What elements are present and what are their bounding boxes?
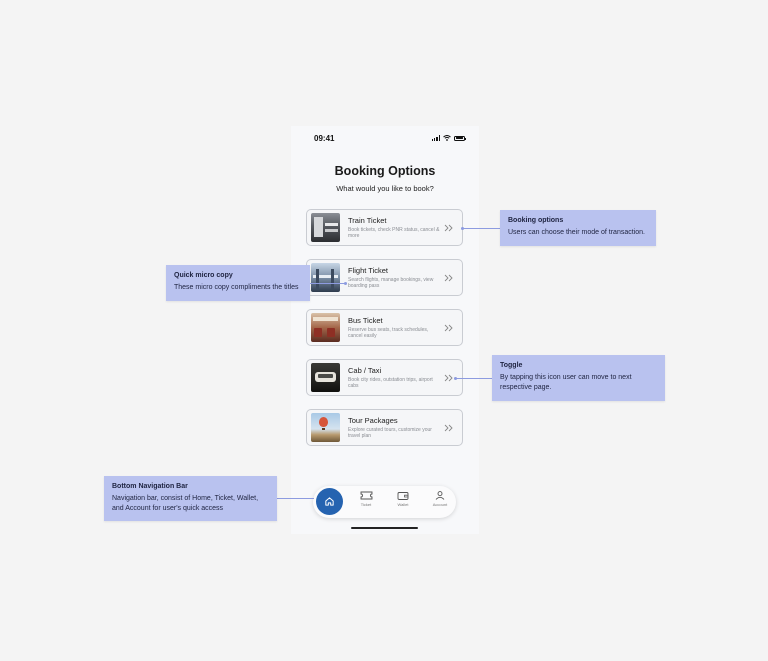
cab-photo-icon <box>311 363 340 392</box>
flight-photo-icon <box>311 263 340 292</box>
nav-item-ticket[interactable]: Ticket <box>354 491 378 507</box>
card-description: Reserve bus seats, track schedules, canc… <box>348 326 429 340</box>
callout-title: Toggle <box>500 362 523 369</box>
card-title: Bus Ticket <box>348 315 383 325</box>
callout-toggle: Toggle By tapping this icon user can mov… <box>492 355 665 401</box>
phone-screen: 09:41 Booking Options What would you lik… <box>291 126 479 534</box>
double-chevron-right-icon[interactable] <box>444 324 454 332</box>
card-title: Cab / Taxi <box>348 365 382 375</box>
nav-label: Wallet <box>397 502 409 507</box>
connector-line <box>310 283 346 284</box>
callout-body: These micro copy compliments the titles <box>174 284 299 291</box>
card-description: Explore curated tours, customize your tr… <box>348 426 432 440</box>
card-description: Book tickets, check PNR status, cancel &… <box>348 226 440 240</box>
home-icon <box>325 497 334 506</box>
bottom-navigation-bar: Ticket Wallet Account <box>313 486 456 518</box>
page-title: Booking Options <box>334 164 436 178</box>
card-description: Book city rides, outstation trips, airpo… <box>348 376 433 390</box>
callout-bottom-navigation-bar: Bottom Navigation Bar Navigation bar, co… <box>104 476 277 521</box>
callout-booking-options: Booking options Users can choose their m… <box>500 210 656 246</box>
connector-line <box>463 228 500 229</box>
card-bus-ticket[interactable]: Bus Ticket Reserve bus seats, track sche… <box>306 309 463 346</box>
wifi-icon <box>443 135 451 141</box>
connector-dot <box>454 377 457 380</box>
double-chevron-right-icon[interactable] <box>444 274 454 282</box>
callout-title: Quick micro copy <box>174 272 233 279</box>
nav-item-wallet[interactable]: Wallet <box>391 491 415 507</box>
battery-icon <box>454 135 466 141</box>
card-cab-taxi[interactable]: Cab / Taxi Book city rides, outstation t… <box>306 359 463 396</box>
callout-body: Users can choose their mode of transacti… <box>508 229 645 236</box>
connector-dot <box>344 282 347 285</box>
tour-photo-icon <box>311 413 340 442</box>
card-title: Train Ticket <box>348 215 387 225</box>
nav-item-home[interactable] <box>316 488 343 515</box>
ticket-icon <box>360 491 372 500</box>
card-description: Search flights, manage bookings, view bo… <box>348 276 434 290</box>
train-photo-icon <box>311 213 340 242</box>
card-title: Flight Ticket <box>348 265 389 275</box>
double-chevron-right-icon[interactable] <box>444 224 454 232</box>
double-chevron-right-icon[interactable] <box>444 374 454 382</box>
card-train-ticket[interactable]: Train Ticket Book tickets, check PNR sta… <box>306 209 463 246</box>
callout-quick-micro-copy: Quick micro copy These micro copy compli… <box>166 265 310 301</box>
connector-line <box>277 498 314 499</box>
card-flight-ticket[interactable]: Flight Ticket Search flights, manage boo… <box>306 259 463 296</box>
home-indicator <box>351 527 418 529</box>
nav-label: Ticket <box>360 502 372 507</box>
callout-body: By tapping this icon user can move to ne… <box>500 374 632 391</box>
card-tour-packages[interactable]: Tour Packages Explore curated tours, cus… <box>306 409 463 446</box>
callout-body: Navigation bar, consist of Home, Ticket,… <box>112 495 259 512</box>
wallet-icon <box>397 492 409 500</box>
signal-icon <box>431 135 440 141</box>
connector-dot <box>461 227 464 230</box>
status-time: 09:41 <box>314 134 335 143</box>
bus-photo-icon <box>311 313 340 342</box>
callout-title: Bottom Navigation Bar <box>112 483 188 490</box>
nav-item-account[interactable]: Account <box>428 491 452 507</box>
page-subtitle: What would you like to book? <box>336 184 434 193</box>
status-icons <box>431 135 466 141</box>
card-title: Tour Packages <box>348 415 398 425</box>
double-chevron-right-icon[interactable] <box>444 424 454 432</box>
callout-title: Booking options <box>508 217 564 224</box>
nav-label: Account <box>432 502 448 507</box>
connector-line <box>456 378 492 379</box>
account-icon <box>435 491 445 500</box>
